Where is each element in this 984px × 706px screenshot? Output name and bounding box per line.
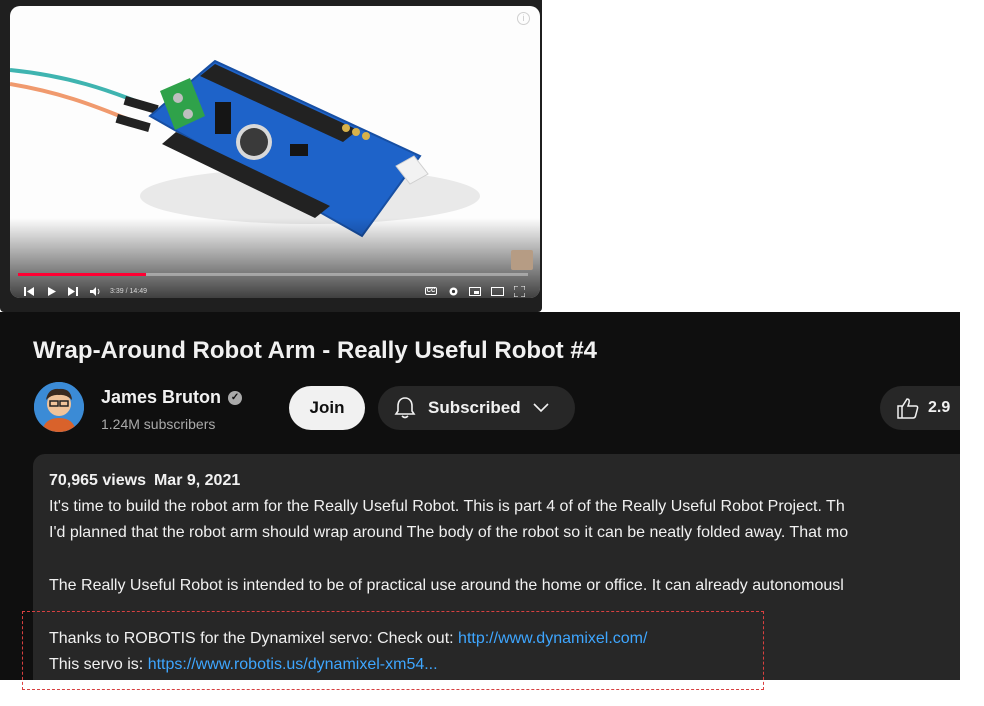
description-meta: 70,965 views Mar 9, 2021: [49, 472, 240, 490]
skip-next-icon[interactable]: [62, 282, 84, 300]
video-title: Wrap-Around Robot Arm - Really Useful Ro…: [33, 337, 598, 364]
channel-watermark-avatar[interactable]: [511, 250, 533, 270]
verified-check-icon: ✓: [228, 390, 243, 405]
description-line: The Really Useful Robot is intended to b…: [49, 577, 844, 594]
player-controls: 3:39 / 14:49 CC: [18, 282, 530, 300]
view-count: 70,965 views: [49, 472, 146, 489]
progress-fill: [18, 273, 146, 276]
chevron-down-icon: [533, 403, 549, 413]
subscriber-count: 1.24M subscribers: [101, 416, 216, 432]
skip-previous-icon[interactable]: [18, 282, 40, 300]
theater-icon[interactable]: [486, 282, 508, 300]
highlight-annotation-box: [22, 611, 764, 690]
fullscreen-icon[interactable]: [508, 282, 530, 300]
channel-avatar[interactable]: [34, 382, 84, 432]
progress-bar[interactable]: [18, 273, 528, 276]
channel-name[interactable]: James Bruton: [101, 387, 221, 408]
like-count: 2.9: [928, 399, 951, 416]
channel-name-row[interactable]: James Bruton ✓: [101, 387, 243, 408]
play-icon[interactable]: [40, 282, 62, 300]
bell-icon: [394, 396, 416, 420]
subscribed-button[interactable]: Subscribed: [378, 386, 575, 430]
like-button[interactable]: 2.9: [880, 386, 960, 430]
description-line: I'd planned that the robot arm should wr…: [49, 524, 849, 541]
time-display: 3:39 / 14:49: [110, 287, 147, 295]
subscribed-label: Subscribed: [428, 398, 521, 417]
settings-icon[interactable]: [442, 282, 464, 300]
upload-date: Mar 9, 2021: [153, 472, 241, 489]
video-player[interactable]: i 3:39 / 14:49 CC: [0, 0, 542, 312]
description-line: It's time to build the robot arm for the…: [49, 498, 845, 515]
video-frame[interactable]: i: [10, 6, 540, 298]
volume-icon[interactable]: [84, 282, 106, 300]
info-icon[interactable]: i: [517, 12, 530, 25]
thumbs-up-icon: [896, 397, 920, 419]
miniplayer-icon[interactable]: [464, 282, 486, 300]
join-button[interactable]: Join: [289, 386, 365, 430]
captions-icon[interactable]: CC: [420, 282, 442, 300]
